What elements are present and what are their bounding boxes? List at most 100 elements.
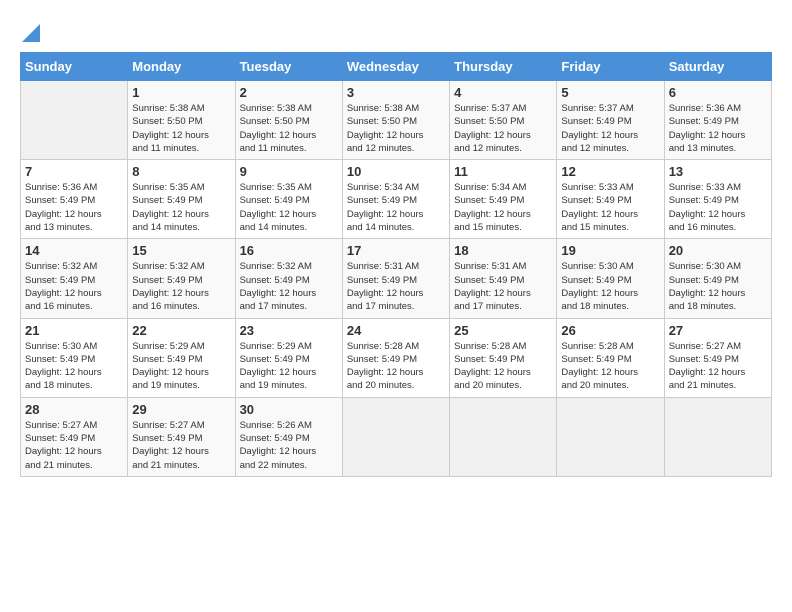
day-number: 24 [347, 323, 445, 338]
day-number: 11 [454, 164, 552, 179]
calendar-cell: 8 Sunrise: 5:35 AM Sunset: 5:49 PM Daylig… [128, 160, 235, 239]
day-info: Sunrise: 5:32 AM Sunset: 5:49 PM Dayligh… [25, 260, 123, 313]
day-number: 29 [132, 402, 230, 417]
calendar-week-row: 14 Sunrise: 5:32 AM Sunset: 5:49 PM Dayli… [21, 239, 772, 318]
day-number: 15 [132, 243, 230, 258]
day-info: Sunrise: 5:26 AM Sunset: 5:49 PM Dayligh… [240, 419, 338, 472]
day-number: 28 [25, 402, 123, 417]
calendar-cell: 28 Sunrise: 5:27 AM Sunset: 5:49 PM Dayli… [21, 397, 128, 476]
day-number: 20 [669, 243, 767, 258]
calendar-cell: 10 Sunrise: 5:34 AM Sunset: 5:49 PM Dayli… [342, 160, 449, 239]
calendar-cell: 29Sunrise: 5:27 AM Sunset: 5:49 PM Dayli… [128, 397, 235, 476]
day-info: Sunrise: 5:29 AM Sunset: 5:49 PM Dayligh… [132, 340, 230, 393]
day-number: 30 [240, 402, 338, 417]
day-info: Sunrise: 5:30 AM Sunset: 5:49 PM Dayligh… [561, 260, 659, 313]
day-number: 21 [25, 323, 123, 338]
calendar-cell: 9 Sunrise: 5:35 AM Sunset: 5:49 PM Daylig… [235, 160, 342, 239]
day-number: 5 [561, 85, 659, 100]
calendar-cell: 25 Sunrise: 5:28 AM Sunset: 5:49 PM Dayli… [450, 318, 557, 397]
day-info: Sunrise: 5:35 AM Sunset: 5:49 PM Dayligh… [132, 181, 230, 234]
day-number: 8 [132, 164, 230, 179]
day-number: 1 [132, 85, 230, 100]
day-info: Sunrise: 5:36 AM Sunset: 5:49 PM Dayligh… [25, 181, 123, 234]
day-number: 9 [240, 164, 338, 179]
calendar-cell [21, 81, 128, 160]
calendar-header-row: SundayMondayTuesdayWednesdayThursdayFrid… [21, 53, 772, 81]
day-info: Sunrise: 5:29 AM Sunset: 5:49 PM Dayligh… [240, 340, 338, 393]
day-number: 3 [347, 85, 445, 100]
day-info: Sunrise: 5:28 AM Sunset: 5:49 PM Dayligh… [454, 340, 552, 393]
calendar-cell: 1Sunrise: 5:38 AM Sunset: 5:50 PM Daylig… [128, 81, 235, 160]
day-info: Sunrise: 5:28 AM Sunset: 5:49 PM Dayligh… [347, 340, 445, 393]
day-number: 6 [669, 85, 767, 100]
day-info: Sunrise: 5:32 AM Sunset: 5:49 PM Dayligh… [132, 260, 230, 313]
day-info: Sunrise: 5:37 AM Sunset: 5:50 PM Dayligh… [454, 102, 552, 155]
calendar-week-row: 28 Sunrise: 5:27 AM Sunset: 5:49 PM Dayli… [21, 397, 772, 476]
calendar-cell: 22 Sunrise: 5:29 AM Sunset: 5:49 PM Dayli… [128, 318, 235, 397]
calendar-cell [664, 397, 771, 476]
calendar-cell: 23 Sunrise: 5:29 AM Sunset: 5:49 PM Dayli… [235, 318, 342, 397]
calendar-cell: 21 Sunrise: 5:30 AM Sunset: 5:49 PM Dayli… [21, 318, 128, 397]
day-number: 10 [347, 164, 445, 179]
day-number: 16 [240, 243, 338, 258]
calendar-cell: 17 Sunrise: 5:31 AM Sunset: 5:49 PM Dayli… [342, 239, 449, 318]
day-info: Sunrise: 5:34 AM Sunset: 5:49 PM Dayligh… [347, 181, 445, 234]
calendar-week-row: 7 Sunrise: 5:36 AM Sunset: 5:49 PM Daylig… [21, 160, 772, 239]
day-number: 2 [240, 85, 338, 100]
calendar-cell: 11 Sunrise: 5:34 AM Sunset: 5:49 PM Dayli… [450, 160, 557, 239]
day-info: Sunrise: 5:27 AM Sunset: 5:49 PM Dayligh… [25, 419, 123, 472]
day-info: Sunrise: 5:36 AM Sunset: 5:49 PM Dayligh… [669, 102, 767, 155]
calendar-cell: 12 Sunrise: 5:33 AM Sunset: 5:49 PM Dayli… [557, 160, 664, 239]
calendar-cell: 2 Sunrise: 5:38 AM Sunset: 5:50 PM Daylig… [235, 81, 342, 160]
day-number: 13 [669, 164, 767, 179]
day-info: Sunrise: 5:31 AM Sunset: 5:49 PM Dayligh… [347, 260, 445, 313]
day-number: 4 [454, 85, 552, 100]
day-of-week-header: Saturday [664, 53, 771, 81]
day-of-week-header: Sunday [21, 53, 128, 81]
day-of-week-header: Monday [128, 53, 235, 81]
calendar-cell: 16 Sunrise: 5:32 AM Sunset: 5:49 PM Dayli… [235, 239, 342, 318]
calendar-cell: 15 Sunrise: 5:32 AM Sunset: 5:49 PM Dayli… [128, 239, 235, 318]
day-info: Sunrise: 5:38 AM Sunset: 5:50 PM Dayligh… [347, 102, 445, 155]
day-of-week-header: Friday [557, 53, 664, 81]
day-info: Sunrise: 5:35 AM Sunset: 5:49 PM Dayligh… [240, 181, 338, 234]
day-info: Sunrise: 5:33 AM Sunset: 5:49 PM Dayligh… [561, 181, 659, 234]
day-number: 22 [132, 323, 230, 338]
page-header [20, 20, 772, 42]
day-of-week-header: Thursday [450, 53, 557, 81]
logo [20, 20, 40, 42]
day-number: 12 [561, 164, 659, 179]
day-number: 18 [454, 243, 552, 258]
day-number: 14 [25, 243, 123, 258]
calendar-cell: 14 Sunrise: 5:32 AM Sunset: 5:49 PM Dayli… [21, 239, 128, 318]
day-number: 17 [347, 243, 445, 258]
calendar-cell [342, 397, 449, 476]
day-number: 23 [240, 323, 338, 338]
calendar-cell [557, 397, 664, 476]
calendar-cell: 4 Sunrise: 5:37 AM Sunset: 5:50 PM Daylig… [450, 81, 557, 160]
day-info: Sunrise: 5:34 AM Sunset: 5:49 PM Dayligh… [454, 181, 552, 234]
calendar-cell: 20 Sunrise: 5:30 AM Sunset: 5:49 PM Dayli… [664, 239, 771, 318]
day-info: Sunrise: 5:38 AM Sunset: 5:50 PM Dayligh… [240, 102, 338, 155]
calendar-cell: 18Sunrise: 5:31 AM Sunset: 5:49 PM Dayli… [450, 239, 557, 318]
calendar-table: SundayMondayTuesdayWednesdayThursdayFrid… [20, 52, 772, 477]
day-number: 27 [669, 323, 767, 338]
calendar-cell: 13Sunrise: 5:33 AM Sunset: 5:49 PM Dayli… [664, 160, 771, 239]
calendar-week-row: 1 Sunrise: 5:38 AM Sunset: 5:50 PM Daylig… [21, 81, 772, 160]
calendar-cell: 7 Sunrise: 5:36 AM Sunset: 5:49 PM Daylig… [21, 160, 128, 239]
day-of-week-header: Wednesday [342, 53, 449, 81]
day-number: 7 [25, 164, 123, 179]
day-info: Sunrise: 5:30 AM Sunset: 5:49 PM Dayligh… [25, 340, 123, 393]
day-number: 25 [454, 323, 552, 338]
logo-icon [20, 20, 40, 42]
calendar-cell: 3 Sunrise: 5:38 AM Sunset: 5:50 PM Daylig… [342, 81, 449, 160]
calendar-cell [450, 397, 557, 476]
day-info: Sunrise: 5:32 AM Sunset: 5:49 PM Dayligh… [240, 260, 338, 313]
calendar-cell: 24 Sunrise: 5:28 AM Sunset: 5:49 PM Dayli… [342, 318, 449, 397]
calendar-cell: 19Sunrise: 5:30 AM Sunset: 5:49 PM Dayli… [557, 239, 664, 318]
day-info: Sunrise: 5:27 AM Sunset: 5:49 PM Dayligh… [669, 340, 767, 393]
day-info: Sunrise: 5:30 AM Sunset: 5:49 PM Dayligh… [669, 260, 767, 313]
calendar-cell: 27 Sunrise: 5:27 AM Sunset: 5:49 PM Dayli… [664, 318, 771, 397]
day-number: 26 [561, 323, 659, 338]
calendar-cell: 5Sunrise: 5:37 AM Sunset: 5:49 PM Daylig… [557, 81, 664, 160]
